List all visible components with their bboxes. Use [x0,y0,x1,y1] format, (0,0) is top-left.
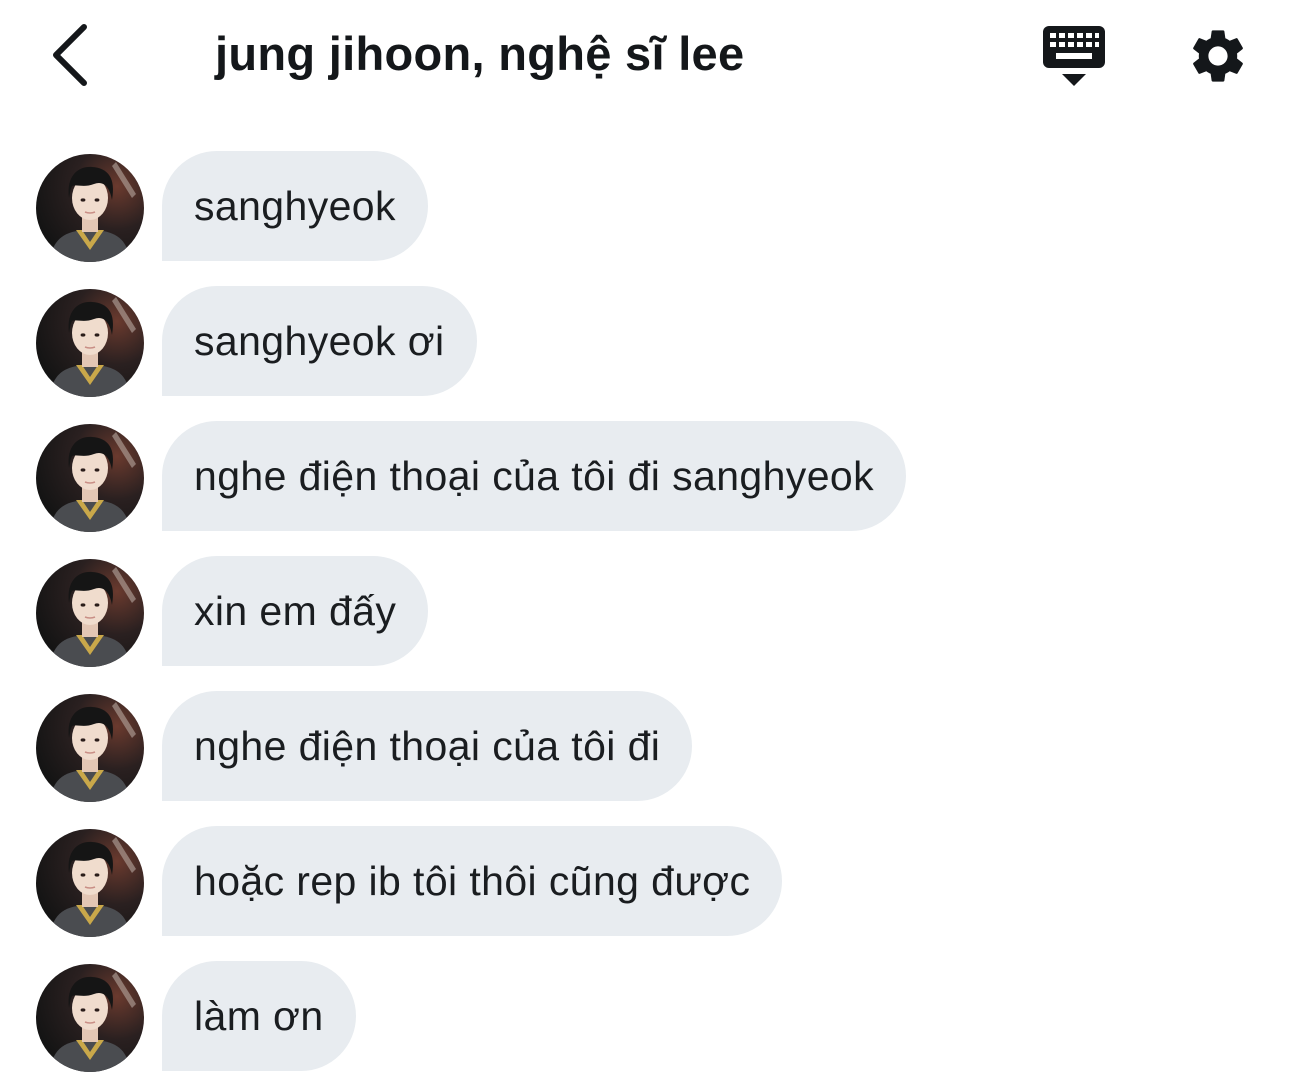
conversation-title: jung jihoon, nghệ sĩ lee [215,27,745,80]
avatar[interactable] [36,964,144,1072]
avatar[interactable] [36,694,144,802]
chevron-left-icon [53,24,87,86]
keyboard-toggle-button[interactable] [1040,24,1108,88]
message-row: nghe điện thoại của tôi đi sanghyeok [0,421,1290,532]
avatar[interactable] [36,424,144,532]
message-row: hoặc rep ib tôi thôi cũng được [0,826,1290,937]
avatar[interactable] [36,154,144,262]
message-text: nghe điện thoại của tôi đi [194,722,661,769]
message-text: xin em đấy [194,587,397,634]
message-text: sanghyeok ơi [194,317,445,364]
message-text: sanghyeok [194,182,396,229]
message-row: xin em đấy [0,556,1290,667]
message-row: sanghyeok ơi [0,286,1290,397]
message-bubble[interactable]: hoặc rep ib tôi thôi cũng được [162,826,783,936]
settings-button[interactable] [1186,24,1250,88]
message-bubble[interactable]: xin em đấy [162,556,429,666]
message-bubble[interactable]: sanghyeok ơi [162,286,477,396]
avatar[interactable] [36,829,144,937]
message-row: nghe điện thoại của tôi đi [0,691,1290,802]
message-text: hoặc rep ib tôi thôi cũng được [194,857,751,904]
keyboard-hide-icon [1043,26,1105,86]
conversation-header: jung jihoon, nghệ sĩ lee [0,0,1290,110]
back-button[interactable] [40,20,100,90]
gear-icon [1193,30,1243,82]
message-text: nghe điện thoại của tôi đi sanghyeok [194,452,875,499]
message-row: làm ơn [0,961,1290,1072]
message-bubble[interactable]: nghe điện thoại của tôi đi [162,691,693,801]
avatar[interactable] [36,289,144,397]
message-text: làm ơn [194,992,324,1039]
message-bubble[interactable]: làm ơn [162,961,356,1071]
message-bubble[interactable]: nghe điện thoại của tôi đi sanghyeok [162,421,907,531]
avatar[interactable] [36,559,144,667]
message-bubble[interactable]: sanghyeok [162,151,428,261]
message-row: sanghyeok [0,151,1290,262]
